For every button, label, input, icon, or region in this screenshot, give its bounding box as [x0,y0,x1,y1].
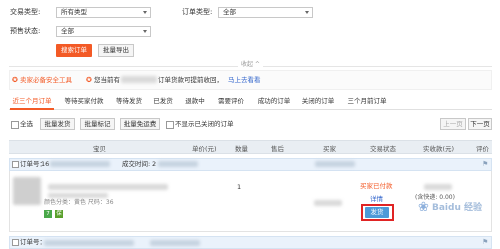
order-time-label: 成交时间: [122,160,151,168]
reminder-link[interactable]: 马上去看看 [228,76,261,84]
product-thumbnail[interactable] [13,177,41,205]
redacted-amount [424,184,452,190]
hide-closed-checkbox[interactable] [166,121,174,129]
flag-icon[interactable]: ⚑ [482,159,488,169]
batch-ship-button[interactable]: 批量发货 [40,118,75,130]
ship-button[interactable]: 发货 [365,207,389,218]
col-item: 宝贝 [93,145,106,153]
order-checkbox[interactable] [12,161,19,168]
redacted-product-title-2 [48,193,108,198]
col-quantity: 数量 [235,145,248,153]
redacted-order-id [50,161,110,167]
redacted-buyer-tag [315,161,355,167]
tab-await-payment[interactable]: 等待买家付款 [62,95,106,108]
search-orders-button[interactable]: 搜索订单 [56,44,92,57]
trade-status-text: 买家已付款 [360,182,393,190]
col-status: 交易状态 [370,145,396,153]
tab-await-shipping[interactable]: 等待发货 [114,95,144,108]
trade-type-label: 交易类型: [10,8,41,16]
paw-icon: ❀ [418,200,429,215]
trade-type-value: 所有类型 [61,8,87,16]
active-tab-indicator [10,108,54,110]
tab-recent-3-months[interactable]: 近三个月订单 [10,95,54,108]
tab-closed[interactable]: 关闭的订单 [300,95,336,108]
select-all-checkbox[interactable] [11,121,19,129]
prev-page-button[interactable]: 上一页 [440,118,466,130]
alert-icon: ✪ [12,76,18,84]
redacted-time [150,240,200,246]
next-page-button[interactable]: 下一页 [468,118,492,130]
order-detail-link[interactable]: 详情 [370,195,383,203]
flag-icon[interactable]: ⚑ [482,237,488,247]
order-type-label: 订单类型: [182,8,213,16]
redacted-count [121,76,157,83]
order-id-label: 订单号： [20,238,46,246]
quantity-value: 1 [237,183,242,191]
batch-mark-button[interactable]: 批量标记 [80,118,115,130]
tab-underline [9,109,492,110]
presale-select[interactable]: 全部 [56,26,151,37]
col-received: 实收款(元) [423,145,455,153]
tab-refunding[interactable]: 退款中 [183,95,207,108]
presale-value: 全部 [61,27,74,35]
reminder-prefix: 您当前有 [94,76,120,84]
redacted-product-title [48,184,168,190]
col-after-sale: 售后 [271,145,284,153]
tab-successful[interactable]: 成功的订单 [256,95,292,108]
order-type-value: 全部 [223,8,236,16]
tab-shipped[interactable]: 已发货 [151,95,175,108]
watermark-text: Baidu 经验 [432,203,483,213]
bell-icon: ✪ [86,76,92,84]
hide-closed-label: 不显示已关闭的订单 [175,120,234,128]
chevron-down-icon [143,11,147,14]
order-checkbox[interactable] [12,239,19,246]
redacted-order-id [44,240,134,246]
tab-older-than-3-months[interactable]: 三个月前订单 [345,95,389,108]
col-buyer: 买家 [323,145,336,153]
reminder-suffix: 订单货款可提前收回， [158,76,223,84]
col-review: 评价 [476,145,489,153]
seller-tool-link[interactable]: 卖家必备安全工具 [20,76,72,84]
order-time-value: 2 [152,160,157,168]
tab-needs-review[interactable]: 需要评价 [216,95,246,108]
chevron-down-icon [143,30,147,33]
product-attributes: 颜色分类：黄色 尺码：36 [44,199,114,206]
collapse-toggle[interactable]: 收起 ^ [238,60,263,70]
redacted-buyer-name [314,200,342,206]
redacted-time [158,161,198,167]
col-unit-price: 单价(元) [192,145,217,153]
batch-export-button[interactable]: 批量导出 [98,44,134,57]
order-id-value: 16 [41,160,50,168]
batch-free-shipping-button[interactable]: 批量免运费 [120,118,160,130]
trade-type-select[interactable]: 所有类型 [56,7,151,18]
select-all-label: 全选 [20,120,33,128]
chevron-down-icon [305,11,309,14]
order-type-select[interactable]: 全部 [218,7,313,18]
seven-day-return-icon: 7 [44,210,52,218]
guarantee-icon: 保 [55,210,63,218]
table-header: 宝贝 单价(元) 数量 售后 买家 交易状态 实收款(元) 评价 [9,140,492,154]
presale-label: 预售状态: [10,27,41,35]
